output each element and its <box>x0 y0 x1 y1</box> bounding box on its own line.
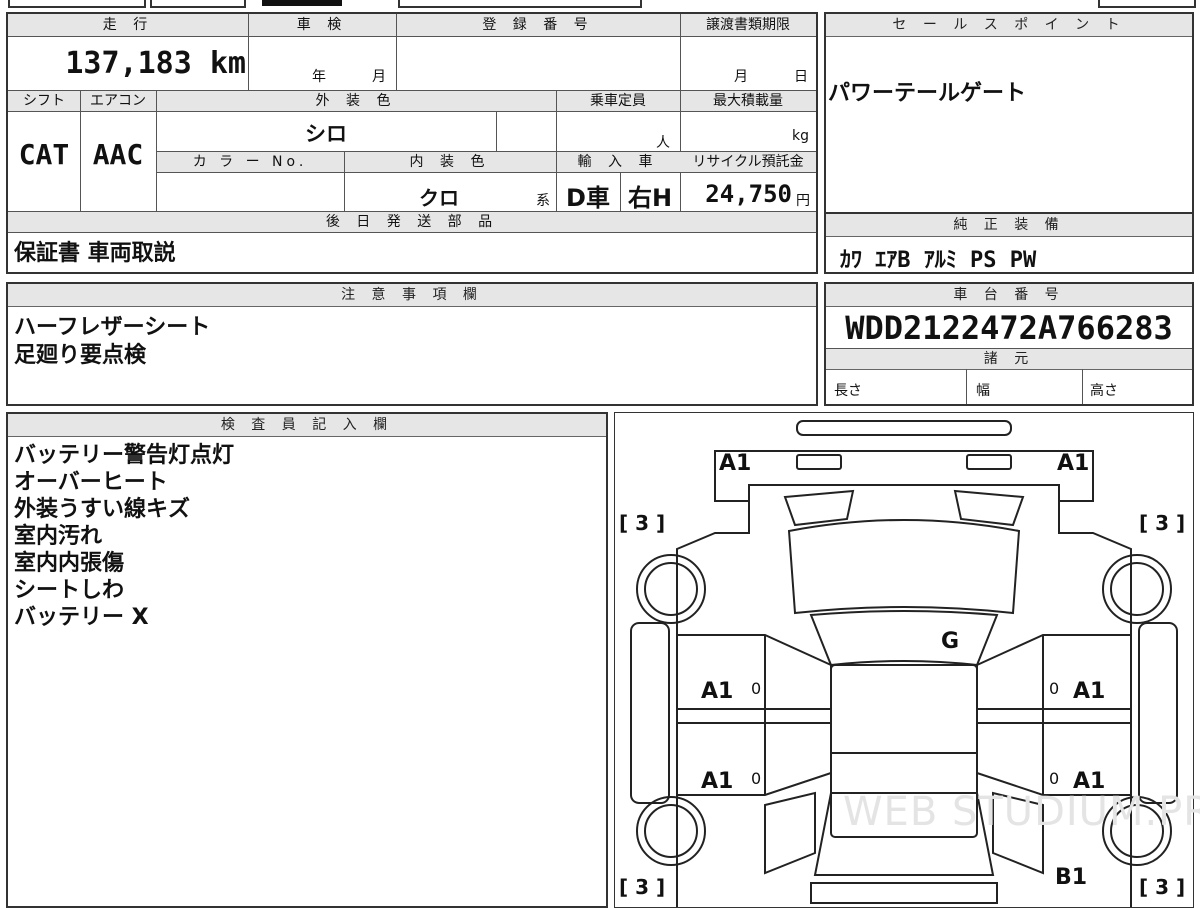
hood-shape <box>787 519 1021 615</box>
watermark: WEB STUDIUM.PRO <box>843 789 1200 835</box>
aircon-value: AAC <box>92 138 144 171</box>
height-label: 高さ <box>1090 383 1118 399</box>
chassis-box: 車 台 番 号 WDD2122472A766283 諸 元 長さ 幅 高さ <box>824 282 1194 406</box>
transfer-deadline-label: 譲渡書類期限 <box>706 17 790 33</box>
tire-rl-code: [ 3 ] <box>619 875 666 899</box>
capacity-unit: 人 <box>656 135 670 151</box>
max-load-label: 最大積載量 <box>713 93 783 109</box>
front-right-code: A1 <box>1057 451 1090 476</box>
tire-fr-shape <box>1102 554 1172 624</box>
tire-fl-code: [ 3 ] <box>619 511 666 535</box>
chassis-number: WDD2122472A766283 <box>845 309 1173 347</box>
inspector-line-4: 室内汚れ <box>14 524 103 549</box>
inspector-line-5: 室内内張傷 <box>14 551 125 576</box>
width-label: 幅 <box>976 383 990 399</box>
notes-line-1: ハーフレザーシート <box>14 315 211 340</box>
body-outline <box>676 501 1132 907</box>
chassis-label: 車 台 番 号 <box>826 284 1192 307</box>
later-parts-label: 後 日 発 送 部 品 <box>325 214 499 230</box>
left-quarter-shape <box>764 791 816 875</box>
inspection-month: 月 <box>372 69 386 85</box>
import-dealer: D車 <box>566 184 610 212</box>
tire-rl-shape <box>636 796 706 866</box>
spec-label: 諸 元 <box>826 349 1192 370</box>
door-rr-zero: 0 <box>1049 769 1060 788</box>
recycle-unit: 円 <box>796 193 810 209</box>
notes-box: 注 意 事 項 欄 ハーフレザーシート 足廻り要点検 <box>6 282 818 406</box>
door-fr-code: A1 <box>1073 679 1106 704</box>
inspector-line-1: バッテリー警告灯点灯 <box>14 443 235 468</box>
door-fr-zero: 0 <box>1049 679 1060 698</box>
interior-color-value: クロ <box>419 186 459 210</box>
left-headlight-shape <box>796 454 842 470</box>
length-label: 長さ <box>834 383 862 399</box>
aircon-label: エアコン <box>90 93 146 109</box>
door-fl-zero: 0 <box>751 679 762 698</box>
inspection-year: 年 <box>312 69 326 85</box>
inspector-line-3: 外装うすい線キズ <box>14 497 191 522</box>
sales-point-label: セ ー ル ス ポ イ ン ト <box>826 14 1192 37</box>
registration-label: 登 録 番 号 <box>482 17 594 33</box>
front-bumper-shape <box>714 450 1094 502</box>
inspector-box: 検 査 員 記 入 欄 バッテリー警告灯点灯 オーバーヒート 外装うすい線キズ … <box>6 412 608 908</box>
right-front-fender-shape <box>1138 622 1178 804</box>
door-rl-code: A1 <box>701 769 734 794</box>
door-fl-code: A1 <box>701 679 734 704</box>
front-left-code: A1 <box>719 451 752 476</box>
top-strip <box>0 0 1200 8</box>
inspector-label: 検 査 員 記 入 欄 <box>8 414 606 437</box>
shift-label: シフト <box>23 93 65 109</box>
color-no-label: カ ラ ー No. <box>192 154 308 170</box>
mileage-label: 走 行 <box>102 17 154 33</box>
rear-bumper-shape <box>810 882 998 904</box>
interior-color-label: 内 装 色 <box>409 154 491 170</box>
left-mirror-shape <box>783 489 855 527</box>
transfer-month: 月 <box>734 69 748 85</box>
capacity-label: 乗車定員 <box>590 93 646 109</box>
exterior-color-value: シロ <box>305 122 347 146</box>
inspector-line-7: バッテリー X <box>14 605 149 630</box>
recycle-value: 24,750 <box>705 180 792 208</box>
right-headlight-shape <box>966 454 1012 470</box>
vehicle-info-table: 走 行 車 検 登 録 番 号 譲渡書類期限 137,183 km 年 月 月 … <box>6 12 818 274</box>
tire-rr-code: [ 3 ] <box>1139 875 1186 899</box>
car-diagram-box: A1 A1 [ 3 ] [ 3 ] G A1 0 A1 0 A1 0 A1 0 … <box>614 412 1200 908</box>
tire-fl-shape <box>636 554 706 624</box>
right-mirror-shape <box>953 489 1025 527</box>
sales-point-value: パワーテールゲート <box>828 81 1027 106</box>
notes-label: 注 意 事 項 欄 <box>8 284 816 307</box>
equipment-value: ｶﾜ ｴｱB ｱﾙﾐ PS PW <box>840 248 1037 273</box>
interior-color-suffix: 系 <box>536 193 550 209</box>
roof-code: G <box>941 629 960 654</box>
tire-fr-code: [ 3 ] <box>1139 511 1186 535</box>
door-rl-zero: 0 <box>751 769 762 788</box>
left-front-fender-shape <box>630 622 670 804</box>
transfer-day: 日 <box>794 69 808 85</box>
recycle-label: リサイクル預託金 <box>692 154 804 170</box>
shift-value: CAT <box>18 138 70 171</box>
inspector-line-2: オーバーヒート <box>14 470 168 495</box>
import-label: 輸 入 車 <box>577 154 659 170</box>
equipment-label: 純 正 装 備 <box>826 214 1192 237</box>
windshield-shape <box>809 610 999 667</box>
max-load-unit: kg <box>792 128 809 144</box>
later-parts-value: 保証書 車両取説 <box>14 241 176 266</box>
rear-right-code: B1 <box>1055 865 1088 890</box>
equipment-box: 純 正 装 備 ｶﾜ ｴｱB ｱﾙﾐ PS PW <box>824 212 1194 274</box>
inspection-label: 車 検 <box>296 17 348 33</box>
mileage-value: 137,183 km <box>65 46 246 81</box>
notes-line-2: 足廻り要点検 <box>14 343 147 368</box>
import-handle: 右H <box>627 184 673 212</box>
front-edge-shape <box>796 420 1012 436</box>
inspector-line-6: シートしわ <box>14 578 125 603</box>
sales-point-box: セ ー ル ス ポ イ ン ト パワーテールゲート <box>824 12 1194 214</box>
exterior-color-label: 外 装 色 <box>315 93 397 109</box>
